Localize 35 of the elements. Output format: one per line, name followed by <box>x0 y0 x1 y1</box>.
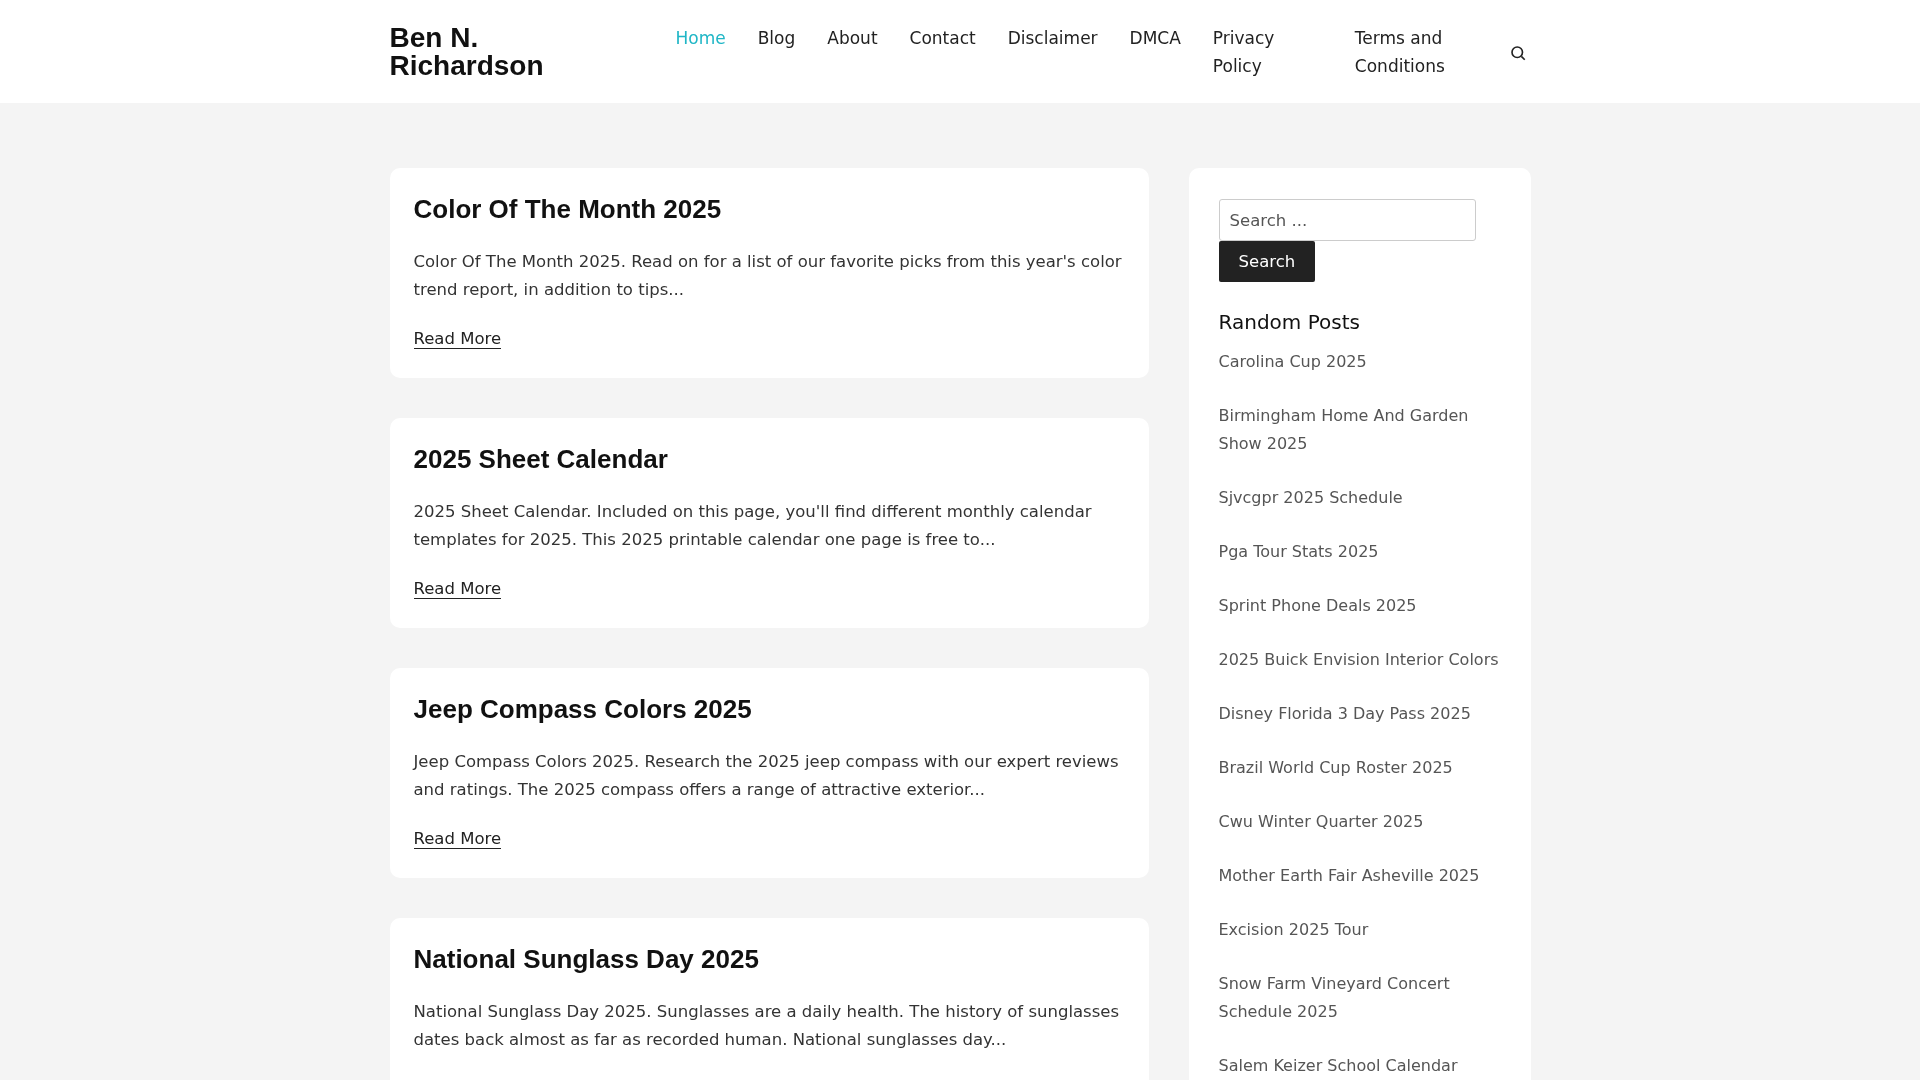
random-post-link[interactable]: Sjvcgpr 2025 Schedule <box>1218 484 1501 512</box>
random-post-link[interactable]: Excision 2025 Tour <box>1218 916 1501 944</box>
read-more-link[interactable]: Read More <box>413 579 502 599</box>
nav-link[interactable]: Terms and Conditions <box>1338 24 1481 80</box>
nav-link[interactable]: Privacy Policy <box>1196 24 1339 80</box>
random-post-link[interactable]: Disney Florida 3 Day Pass 2025 <box>1218 700 1501 728</box>
site-title[interactable]: Ben N. Richardson <box>389 24 585 80</box>
random-post-link[interactable]: 2025 Buick Envision Interior Colors <box>1218 646 1501 674</box>
random-post-link[interactable]: Salem Keizer School Calendar <box>1218 1052 1501 1080</box>
nav-link[interactable]: Disclaimer <box>991 24 1114 80</box>
random-post-link[interactable]: Snow Farm Vineyard Concert Schedule 2025 <box>1218 970 1501 1026</box>
random-post-link[interactable]: Sprint Phone Deals 2025 <box>1218 592 1501 620</box>
post-title[interactable]: Jeep Compass Colors 2025 <box>413 692 1125 726</box>
nav-link[interactable]: Blog <box>741 24 812 80</box>
nav-link[interactable]: Contact <box>893 24 992 80</box>
read-more-link[interactable]: Read More <box>413 829 502 849</box>
post-excerpt: 2025 Sheet Calendar. Included on this page, you'll find different monthly calendar templates for 2025. This 2025 printable calendar one page is free to... <box>413 501 1093 551</box>
nav-link[interactable]: About <box>811 24 894 80</box>
post-excerpt: Jeep Compass Colors 2025. Research the 2025 jeep compass with our expert reviews and ratings. The 2025 compass offers a range of attractive exterior... <box>413 751 1120 801</box>
post-title[interactable]: Color Of The Month 2025 <box>413 192 1125 226</box>
random-post-link[interactable]: Pga Tour Stats 2025 <box>1218 538 1501 566</box>
post-excerpt: Color Of The Month 2025. Read on for a list of our favorite picks from this year's color trend report, in addition to tips... <box>413 251 1123 301</box>
post-excerpt: National Sunglass Day 2025. Sunglasses are a daily health. The history of sunglasses dates back almost as far as recorded human. National sunglasses day... <box>413 1001 1120 1051</box>
nav-link[interactable]: DMCA <box>1113 24 1197 80</box>
search-field[interactable]: Search ... <box>1218 199 1476 241</box>
random-post-link[interactable]: Carolina Cup 2025 <box>1218 348 1501 376</box>
random-post-link[interactable]: Cwu Winter Quarter 2025 <box>1218 808 1501 836</box>
post-title[interactable]: National Sunglass Day 2025 <box>413 942 1125 976</box>
random-post-link[interactable]: Birmingham Home And Garden Show 2025 <box>1218 402 1501 458</box>
widget-heading: Random Posts <box>1218 310 1361 334</box>
random-post-link[interactable]: Mother Earth Fair Asheville 2025 <box>1218 862 1501 890</box>
search-button[interactable]: Search <box>1218 241 1316 282</box>
random-post-link[interactable]: Brazil World Cup Roster 2025 <box>1218 754 1501 782</box>
post-title[interactable]: 2025 Sheet Calendar <box>413 442 1125 476</box>
read-more-link[interactable]: Read More <box>413 329 502 349</box>
